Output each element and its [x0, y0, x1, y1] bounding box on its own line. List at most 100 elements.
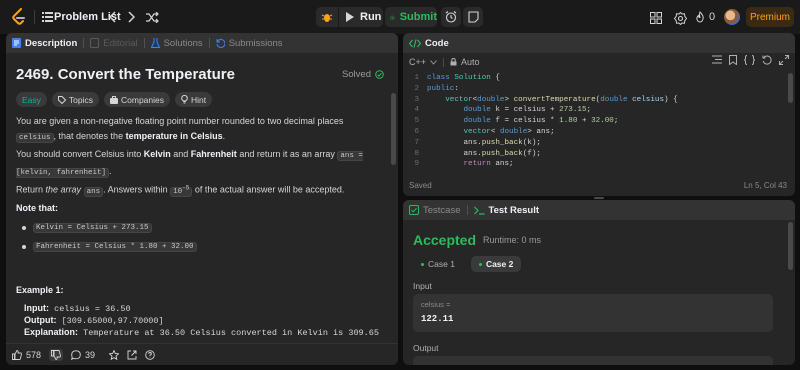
favorite-button[interactable] — [109, 349, 120, 360]
text: , that denotes the — [53, 131, 126, 141]
tab-divider — [143, 38, 145, 48]
text: You are given a non-negative floating po… — [16, 116, 344, 126]
mode-label: Auto — [461, 57, 480, 67]
description-panel: Description Editorial Solutions Submissi… — [6, 33, 398, 365]
bold-text: Fahrenheit — [190, 149, 237, 159]
tab-solutions[interactable]: Solutions — [150, 38, 203, 49]
like-button[interactable]: 578 — [12, 350, 41, 360]
reset-icon[interactable] — [762, 55, 772, 65]
tab-description[interactable]: Description — [12, 38, 77, 49]
description-actions: 578 39 — [6, 343, 398, 365]
bookmark-icon[interactable] — [729, 55, 737, 65]
prev-problem-button[interactable] — [106, 9, 120, 25]
share-button[interactable] — [127, 350, 137, 360]
code-editor[interactable]: 1 class Solution { 2 public: 3 vector<doub… — [403, 73, 795, 177]
maximize-icon[interactable] — [779, 55, 789, 65]
left-tabbar: Description Editorial Solutions Submissi… — [6, 33, 398, 53]
avatar[interactable] — [724, 9, 740, 25]
braces-icon[interactable] — [744, 55, 755, 65]
comment-icon — [71, 349, 81, 360]
variable-name: celsius = — [421, 300, 451, 309]
alarm-clock-icon[interactable] — [441, 7, 461, 27]
tag-icon — [57, 95, 66, 104]
code-text: 10 — [173, 187, 183, 196]
companies-chip[interactable]: Companies — [104, 92, 170, 107]
shuffle-icon[interactable] — [144, 9, 160, 25]
notes-icon[interactable] — [463, 7, 483, 27]
tab-test-result-label: Test Result — [488, 204, 540, 216]
companies-label: Companies — [121, 94, 164, 105]
flask-icon — [150, 38, 160, 48]
run-button[interactable]: Run — [339, 7, 383, 27]
text: of the actual answer will be accepted. — [192, 184, 345, 195]
tab-testcase-label: Testcase — [423, 204, 461, 216]
toolbar-divider — [443, 57, 445, 67]
language-select[interactable]: C++ — [409, 57, 437, 67]
comments-button[interactable]: 39 — [71, 350, 95, 360]
tab-testcase[interactable]: Testcase — [409, 205, 461, 216]
example-output-line: Output: [309.65000,97.70000] — [24, 315, 379, 327]
comment-count: 39 — [85, 349, 96, 360]
format-icon[interactable] — [712, 55, 722, 64]
streak-counter[interactable]: 0 — [695, 9, 715, 25]
auto-mode-toggle[interactable]: Auto — [450, 57, 480, 67]
tab-editorial-label: Editorial — [103, 37, 138, 49]
inline-code: ans — [83, 186, 104, 197]
code-line: 5 double f = celsius * 1.80 + 32.00; — [414, 117, 619, 126]
thumbs-up-icon — [12, 349, 22, 360]
output-label: Output — [413, 343, 439, 353]
case-tab-1[interactable]: Case 1 — [413, 256, 463, 272]
book-icon — [90, 38, 100, 48]
problem-tags: Easy Topics Companies Hint — [16, 92, 213, 107]
cloud-upload-icon — [390, 15, 395, 19]
chevron-down-icon — [430, 59, 437, 65]
variable-value: 122.11 — [421, 314, 454, 324]
inline-code: celsius — [16, 133, 54, 143]
inline-code: 10-5 — [170, 184, 193, 197]
debug-button[interactable] — [316, 7, 338, 27]
topics-chip[interactable]: Topics — [51, 92, 99, 107]
text: You should convert Celsius into — [16, 149, 144, 159]
code-line: 2 public: — [414, 84, 459, 93]
label: Explanation: — [24, 327, 79, 337]
case-tab-2[interactable]: Case 2 — [470, 256, 522, 272]
tab-divider — [466, 205, 468, 215]
text: and return it as an array — [236, 149, 338, 159]
history-icon — [216, 39, 225, 48]
description-scrollbar[interactable] — [391, 93, 396, 165]
layout-grid-icon[interactable] — [648, 10, 664, 26]
code-scrollbar[interactable] — [788, 73, 793, 103]
text: . — [109, 166, 112, 176]
tab-editorial[interactable]: Editorial — [90, 37, 138, 49]
problem-list-icon[interactable] — [40, 9, 54, 25]
test-tabbar: Testcase Test Result — [403, 200, 795, 220]
help-button[interactable] — [145, 349, 155, 360]
dislike-button[interactable] — [49, 348, 64, 361]
leetcode-logo-icon[interactable] — [8, 6, 30, 28]
thumbs-down-icon — [51, 349, 61, 360]
list-item: Fahrenheit = Celsius * 1.80 + 32.00 — [22, 242, 197, 252]
inline-code: Fahrenheit = Celsius * 1.80 + 32.00 — [33, 242, 197, 252]
inline-code: Kelvin = Celsius + 273.15 — [33, 223, 152, 233]
next-problem-button[interactable] — [124, 9, 138, 25]
run-label: Run — [360, 11, 382, 23]
cursor-position: Ln 5, Col 43 — [743, 181, 787, 190]
premium-button[interactable]: Premium — [746, 7, 794, 27]
hint-chip[interactable]: Hint — [175, 92, 213, 107]
superscript: -5 — [182, 184, 190, 191]
text: Return — [16, 184, 46, 195]
language-label: C++ — [409, 57, 427, 67]
code-icon — [409, 38, 421, 48]
description-paragraph-2: You should convert Celsius into Kelvin a… — [16, 147, 378, 181]
difficulty-badge[interactable]: Easy — [16, 92, 47, 107]
tab-code-label: Code — [425, 37, 449, 49]
solved-status: Solved — [342, 69, 384, 80]
solved-label: Solved — [341, 69, 371, 80]
tab-submissions[interactable]: Submissions — [216, 38, 283, 49]
test-scrollbar[interactable] — [788, 222, 793, 270]
submit-button[interactable]: Submit — [385, 7, 437, 27]
tab-test-result[interactable]: Test Result — [473, 204, 540, 216]
panel-resize-handle[interactable] — [594, 197, 604, 199]
gear-icon[interactable] — [672, 10, 688, 26]
tab-code[interactable]: Code — [409, 38, 449, 49]
